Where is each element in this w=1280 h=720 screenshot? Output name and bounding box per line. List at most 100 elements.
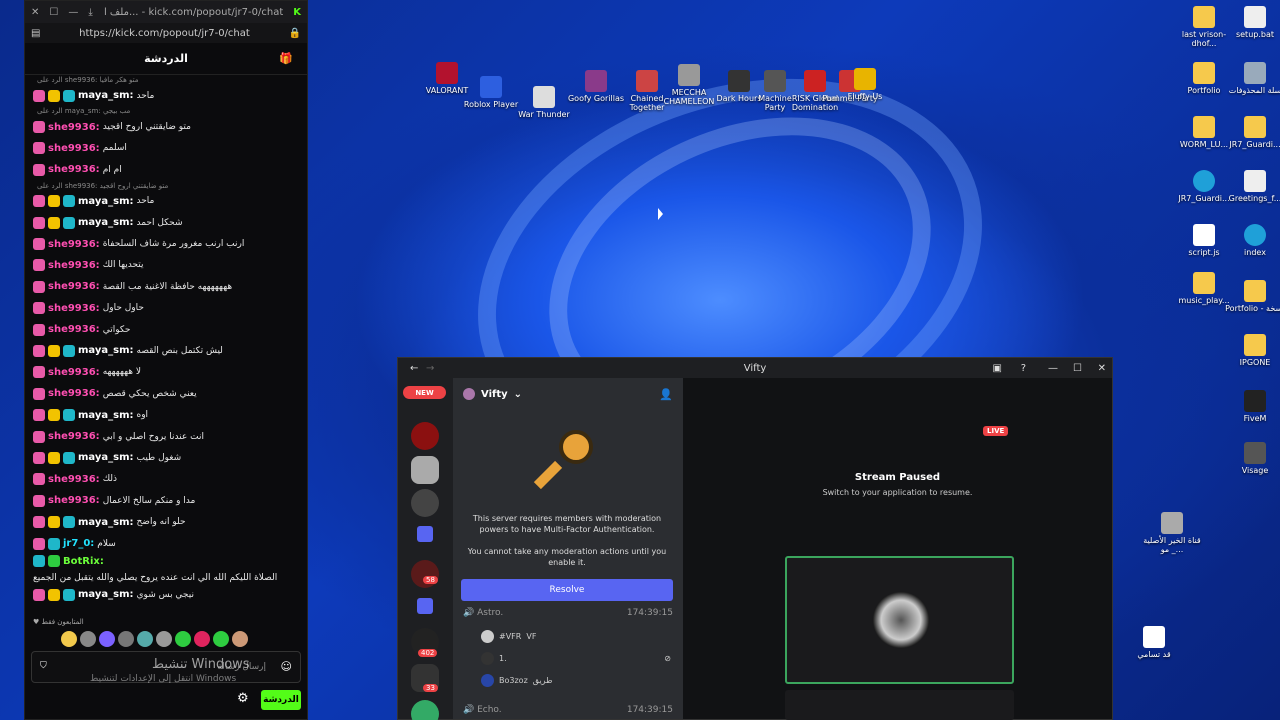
chat-username[interactable]: maya_sm: xyxy=(78,90,134,101)
server-header[interactable]: Vifty ⌄ xyxy=(463,388,522,400)
avatar[interactable] xyxy=(194,631,210,647)
download-icon[interactable]: ⤓ xyxy=(88,7,92,18)
chat-username[interactable]: maya_sm: xyxy=(78,589,134,600)
maximize-icon[interactable]: ☐ xyxy=(49,7,58,18)
avatar[interactable] xyxy=(118,631,134,647)
server-icon-vifty[interactable] xyxy=(411,489,439,517)
avatar[interactable] xyxy=(213,631,229,647)
desktop-icon-jr7g1[interactable]: JR7_Guardi... xyxy=(1225,116,1280,149)
chat-message[interactable]: maya_sm: نيجي بس شوي xyxy=(33,584,299,605)
chat-message[interactable]: maya_sm: ماحد xyxy=(33,191,299,212)
new-badge[interactable]: NEW xyxy=(403,386,446,399)
chat-message[interactable]: she9936: انت عندنا يروح اصلي و ابي xyxy=(33,426,299,447)
chat-message[interactable]: maya_sm: شغول طيب xyxy=(33,447,299,468)
chat-username[interactable]: she9936: xyxy=(48,367,100,378)
avatar[interactable] xyxy=(61,631,77,647)
minimize-icon[interactable]: — xyxy=(1048,363,1058,374)
avatar[interactable] xyxy=(232,631,248,647)
desktop-icon-qad[interactable]: قد تسامي xyxy=(1124,626,1184,659)
chat-message[interactable]: she9936: ذلك xyxy=(33,469,299,490)
chat-message[interactable]: she9936: متو ضايقتني اروح اقجيد xyxy=(33,116,299,137)
avatar[interactable] xyxy=(156,631,172,647)
voice-user[interactable]: Bo3zoz طريق xyxy=(481,674,552,687)
voice-user[interactable]: #VFR VF xyxy=(481,630,536,643)
desktop-icon-ipgone[interactable]: IPGONE xyxy=(1225,334,1280,367)
chat-username[interactable]: she9936: xyxy=(48,260,100,271)
participant-tile[interactable] xyxy=(785,690,1014,720)
desktop-icon-recycle[interactable]: سلة المحذوفات xyxy=(1225,62,1280,95)
chat-message[interactable]: maya_sm: حلو انه واضح xyxy=(33,511,299,532)
chat-username[interactable]: she9936: xyxy=(48,122,100,133)
maximize-icon[interactable]: ☐ xyxy=(1073,363,1082,374)
avatar[interactable] xyxy=(99,631,115,647)
chat-username[interactable]: she9936: xyxy=(48,143,100,154)
chat-username[interactable]: maya_sm: xyxy=(78,452,134,463)
chat-username[interactable]: she9936: xyxy=(48,324,100,335)
avatar[interactable] xyxy=(137,631,153,647)
chat-username[interactable]: she9936: xyxy=(48,303,100,314)
shield-icon[interactable]: ⛉ xyxy=(40,661,47,671)
desktop-icon-index[interactable]: index xyxy=(1225,224,1280,257)
chat-username[interactable]: she9936: xyxy=(48,388,100,399)
desktop-icon-roblox[interactable]: Roblox Player xyxy=(461,76,521,109)
close-icon[interactable]: ✕ xyxy=(1098,363,1106,374)
chat-message[interactable]: BotRix: الصلاة الليكم الله الي انت عنده ي… xyxy=(33,554,299,584)
chat-message[interactable]: maya_sm: اوه xyxy=(33,404,299,425)
chat-username[interactable]: she9936: xyxy=(48,431,100,442)
inbox-icon[interactable]: ▣ xyxy=(993,363,1002,374)
folder-icon[interactable] xyxy=(417,598,433,614)
chat-message[interactable]: she9936: ام ام xyxy=(33,159,299,180)
chat-message[interactable]: she9936: حكواتي xyxy=(33,319,299,340)
desktop-icon-channel[interactable]: قناة الخير الأصلية _ مو... xyxy=(1142,512,1202,554)
chat-input[interactable]: ⛉ إرسال رسالة تنشيط Windows انتقل إلى ال… xyxy=(31,651,301,684)
close-icon[interactable]: ✕ xyxy=(31,7,39,18)
chat-message[interactable]: she9936: ارنب ارنب مغرور مرة شاف السلحفاة xyxy=(33,233,299,254)
desktop-icon-fivem[interactable]: FiveM xyxy=(1225,390,1280,423)
chat-username[interactable]: BotRix: xyxy=(63,556,104,567)
chat-message[interactable]: she9936: اسلمم xyxy=(33,138,299,159)
back-arrow-icon[interactable]: ← xyxy=(410,363,418,374)
chat-message[interactable]: maya_sm: ليش تكتمل بنص القصه xyxy=(33,340,299,361)
desktop-icon-warthunder[interactable]: War Thunder xyxy=(514,86,574,119)
help-icon[interactable]: ? xyxy=(1021,363,1026,374)
chat-username[interactable]: maya_sm: xyxy=(78,196,134,207)
voice-user[interactable]: 1. ⊘ xyxy=(481,652,671,665)
chat-username[interactable]: jr7_0: xyxy=(63,538,94,549)
chat-message[interactable]: she9936: يتحديها الك xyxy=(33,255,299,276)
desktop-icon-greetings[interactable]: Greetings_f... xyxy=(1225,170,1280,203)
chat-username[interactable]: she9936: xyxy=(48,239,100,250)
forward-arrow-icon[interactable]: → xyxy=(426,363,434,374)
resolve-button[interactable]: Resolve xyxy=(461,579,673,601)
voice-channel-echo[interactable]: 🔊 Echo. 174:39:15 xyxy=(463,705,673,715)
chat-message[interactable]: she9936: هههههههه حافظة الاغنية مب القصة xyxy=(33,276,299,297)
chat-username[interactable]: maya_sm: xyxy=(78,345,134,356)
chat-username[interactable]: maya_sm: xyxy=(78,410,134,421)
voice-channel-astro[interactable]: 🔊 Astro. 174:39:15 xyxy=(463,608,673,618)
server-icon[interactable] xyxy=(411,456,439,484)
chat-username[interactable]: she9936: xyxy=(48,474,100,485)
desktop-icon-setup[interactable]: setup.bat xyxy=(1225,6,1280,39)
desktop-icon-portfolio2[interactable]: Portfolio - نسخة xyxy=(1225,280,1280,313)
avatar[interactable] xyxy=(175,631,191,647)
desktop-icon-fluffy[interactable]: Fluffy Us xyxy=(840,68,890,101)
chat-message[interactable]: she9936: لا ههههههه xyxy=(33,362,299,383)
server-icon[interactable] xyxy=(411,422,439,450)
chat-username[interactable]: maya_sm: xyxy=(78,517,134,528)
folder-icon[interactable] xyxy=(417,526,433,542)
chat-message[interactable]: she9936: حاول حاول xyxy=(33,298,299,319)
desktop-icon-visage[interactable]: Visage xyxy=(1225,442,1280,475)
chat-send-button[interactable]: الدردشة xyxy=(261,690,301,710)
chat-message[interactable]: maya_sm: شحكل احمد xyxy=(33,212,299,233)
server-icon[interactable] xyxy=(411,700,439,720)
chat-message[interactable]: maya_sm: ماحد xyxy=(33,85,299,106)
chat-username[interactable]: she9936: xyxy=(48,281,100,292)
participant-tile[interactable] xyxy=(785,556,1014,684)
settings-gear-icon[interactable]: ⚙ xyxy=(237,691,249,706)
chat-username[interactable]: she9936: xyxy=(48,495,100,506)
chat-message[interactable]: she9936: يعني شخص يحكي قصص xyxy=(33,383,299,404)
minimize-icon[interactable]: — xyxy=(68,7,78,18)
add-member-icon[interactable]: 👤 xyxy=(659,388,673,401)
chat-username[interactable]: maya_sm: xyxy=(78,217,134,228)
url-bar[interactable]: ▤ https://kick.com/popout/jr7-0/chat 🔒 xyxy=(25,23,307,43)
emoji-icon[interactable]: ☺ xyxy=(281,660,292,673)
